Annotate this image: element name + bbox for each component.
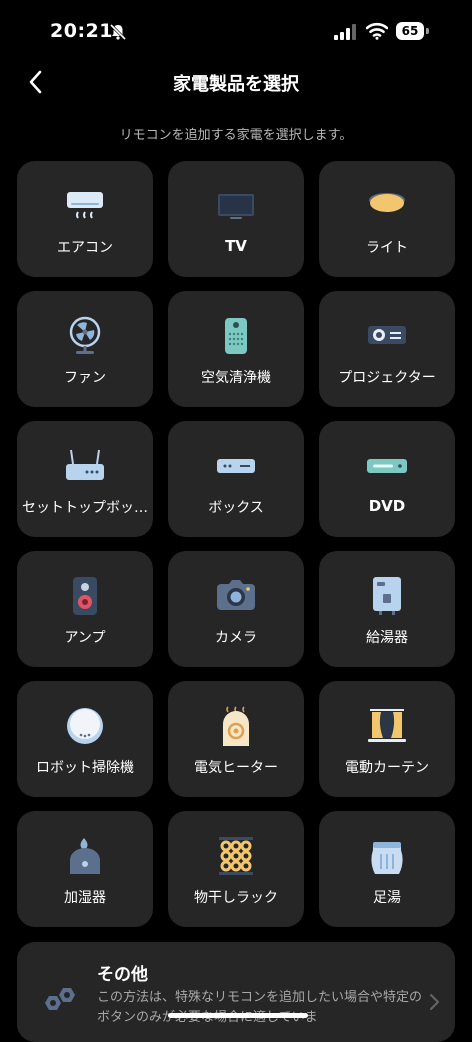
device-tile-tv[interactable]: TV	[168, 161, 304, 277]
device-tile-humidifier[interactable]: 加湿器	[17, 811, 153, 927]
device-tile-amplifier[interactable]: アンプ	[17, 551, 153, 667]
device-label: 足湯	[373, 890, 401, 906]
battery-icon: 65	[396, 22, 430, 40]
device-label: ライト	[366, 240, 408, 256]
air-purifier-icon	[225, 318, 247, 354]
device-label: 給湯器	[366, 630, 408, 646]
router-icon	[66, 449, 104, 480]
battery-level: 65	[396, 22, 424, 40]
device-tile-dvd[interactable]: DVD	[319, 421, 455, 537]
bell-muted-icon	[109, 23, 127, 41]
device-label: 加湿器	[64, 890, 106, 906]
device-tile-robot-vacuum[interactable]: ロボット掃除機	[17, 681, 153, 797]
status-bar: 20:21 65	[0, 0, 472, 60]
curtain-icon	[368, 709, 406, 742]
device-tile-set-top-box[interactable]: セットトップボッ…	[17, 421, 153, 537]
other-title: その他	[97, 965, 148, 985]
camera-icon	[217, 580, 255, 610]
dvd-player-icon	[367, 459, 407, 473]
page-title: 家電製品を選択	[173, 74, 299, 95]
projector-icon	[368, 326, 406, 344]
status-time: 20:21	[50, 20, 113, 42]
fan-icon	[69, 316, 101, 354]
device-tile-fan[interactable]: ファン	[17, 291, 153, 407]
speaker-icon	[73, 577, 97, 615]
device-label: 電気ヒーター	[194, 760, 278, 776]
device-tile-air-purifier[interactable]: 空気清浄機	[168, 291, 304, 407]
home-indicator[interactable]	[168, 1013, 308, 1018]
device-tile-drying-rack[interactable]: 物干しラック	[168, 811, 304, 927]
tv-box-icon	[217, 459, 255, 473]
device-label: DVD	[368, 497, 406, 515]
drying-rack-icon	[219, 837, 253, 875]
device-label: TV	[225, 237, 247, 255]
device-tile-foot-spa[interactable]: 足湯	[319, 811, 455, 927]
device-label: 電動カーテン	[345, 760, 429, 776]
gears-icon	[45, 988, 75, 1010]
tv-icon	[218, 194, 254, 219]
device-tile-camera[interactable]: カメラ	[168, 551, 304, 667]
device-label: ロボット掃除機	[36, 760, 134, 776]
device-tile-air-conditioner[interactable]: エアコン	[17, 161, 153, 277]
device-label: セットトップボッ…	[22, 500, 148, 516]
foot-spa-icon	[371, 842, 403, 874]
other-description: この方法は、特殊なリモコンを追加したい場合や特定のボタンのみが必要な場合に適して…	[97, 990, 423, 1025]
chevron-right-icon	[430, 994, 439, 1010]
water-heater-icon	[373, 577, 401, 615]
heater-icon	[223, 706, 249, 746]
cellular-signal-icon	[334, 24, 356, 40]
robot-vacuum-icon	[67, 708, 103, 744]
device-label: カメラ	[215, 630, 257, 646]
ceiling-light-icon	[369, 193, 405, 212]
humidifier-icon	[70, 838, 100, 874]
device-tile-light[interactable]: ライト	[319, 161, 455, 277]
other-device-card[interactable]: その他 この方法は、特殊なリモコンを追加したい場合や特定のボタンのみが必要な場合…	[17, 942, 455, 1042]
device-tile-box[interactable]: ボックス	[168, 421, 304, 537]
page-subtitle: リモコンを追加する家電を選択します。	[119, 128, 353, 143]
device-tile-curtain[interactable]: 電動カーテン	[319, 681, 455, 797]
device-label: エアコン	[57, 240, 113, 256]
device-label: アンプ	[64, 630, 106, 646]
device-tile-heater[interactable]: 電気ヒーター	[168, 681, 304, 797]
device-label: 空気清浄機	[201, 370, 271, 386]
device-label: 物干しラック	[194, 890, 278, 906]
device-tile-water-heater[interactable]: 給湯器	[319, 551, 455, 667]
air-conditioner-icon	[67, 192, 103, 219]
wifi-icon	[366, 22, 388, 40]
device-tile-projector[interactable]: プロジェクター	[319, 291, 455, 407]
device-label: プロジェクター	[338, 370, 436, 386]
device-label: ファン	[64, 370, 106, 386]
device-label: ボックス	[208, 500, 264, 516]
